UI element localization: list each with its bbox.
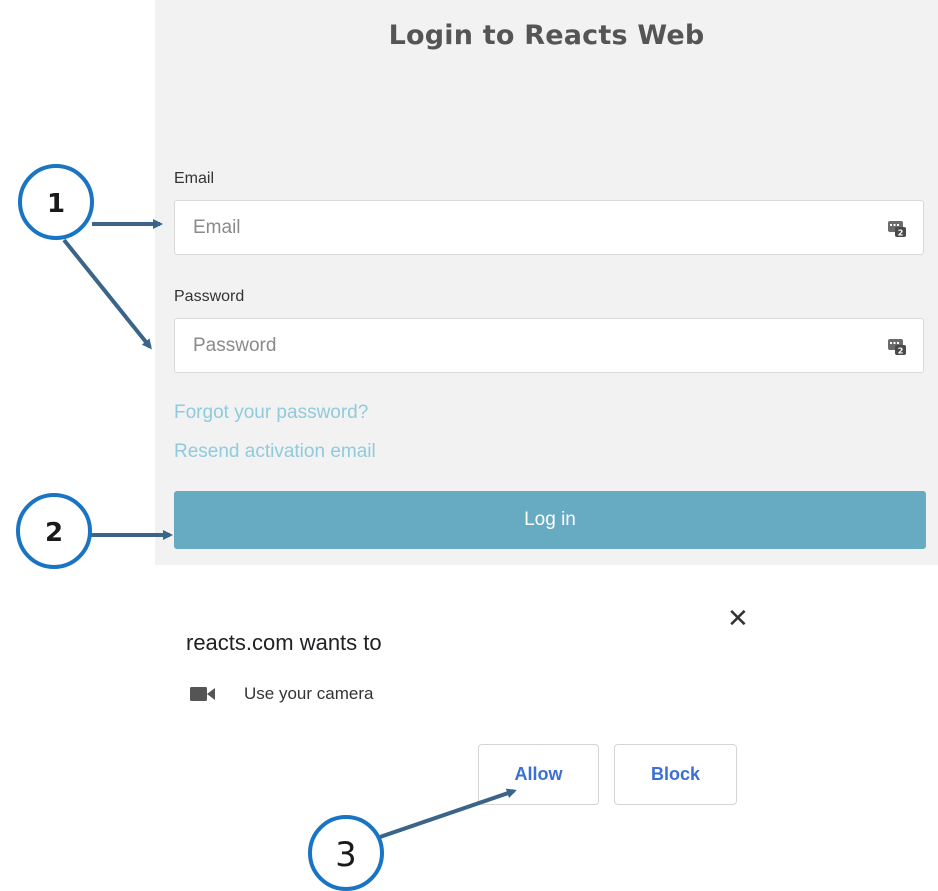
login-panel (155, 0, 938, 565)
callout-3-number: 3 (335, 835, 357, 875)
svg-text:2: 2 (898, 229, 904, 238)
callout-1-arrow-password (62, 238, 152, 350)
close-icon[interactable]: ✕ (727, 604, 749, 634)
callout-3-circle (308, 815, 384, 891)
password-manager-key-icon[interactable]: 2 (887, 218, 907, 238)
email-field-container: 2 (174, 200, 924, 255)
password-manager-key-icon[interactable]: 2 (887, 336, 907, 356)
block-button[interactable]: Block (614, 744, 737, 805)
video-camera-icon (190, 687, 215, 701)
svg-text:2: 2 (898, 347, 904, 356)
callout-2-circle (16, 493, 92, 569)
forgot-password-link[interactable]: Forgot your password? (174, 402, 368, 424)
password-field-container: 2 (174, 318, 924, 373)
resend-activation-link[interactable]: Resend activation email (174, 441, 376, 463)
login-button[interactable]: Log in (174, 491, 926, 549)
email-field[interactable] (175, 201, 865, 254)
email-label: Email (174, 170, 215, 187)
permission-prompt-title: reacts.com wants to (186, 630, 382, 655)
callout-2-number: 2 (45, 518, 63, 548)
page-title: Login to Reacts Web (388, 20, 705, 51)
password-field[interactable] (175, 319, 865, 372)
callout-1-circle (18, 164, 94, 240)
password-label: Password (174, 288, 245, 305)
callout-1-number: 1 (47, 189, 65, 219)
permission-request-text: Use your camera (244, 684, 374, 703)
allow-button[interactable]: Allow (478, 744, 599, 805)
